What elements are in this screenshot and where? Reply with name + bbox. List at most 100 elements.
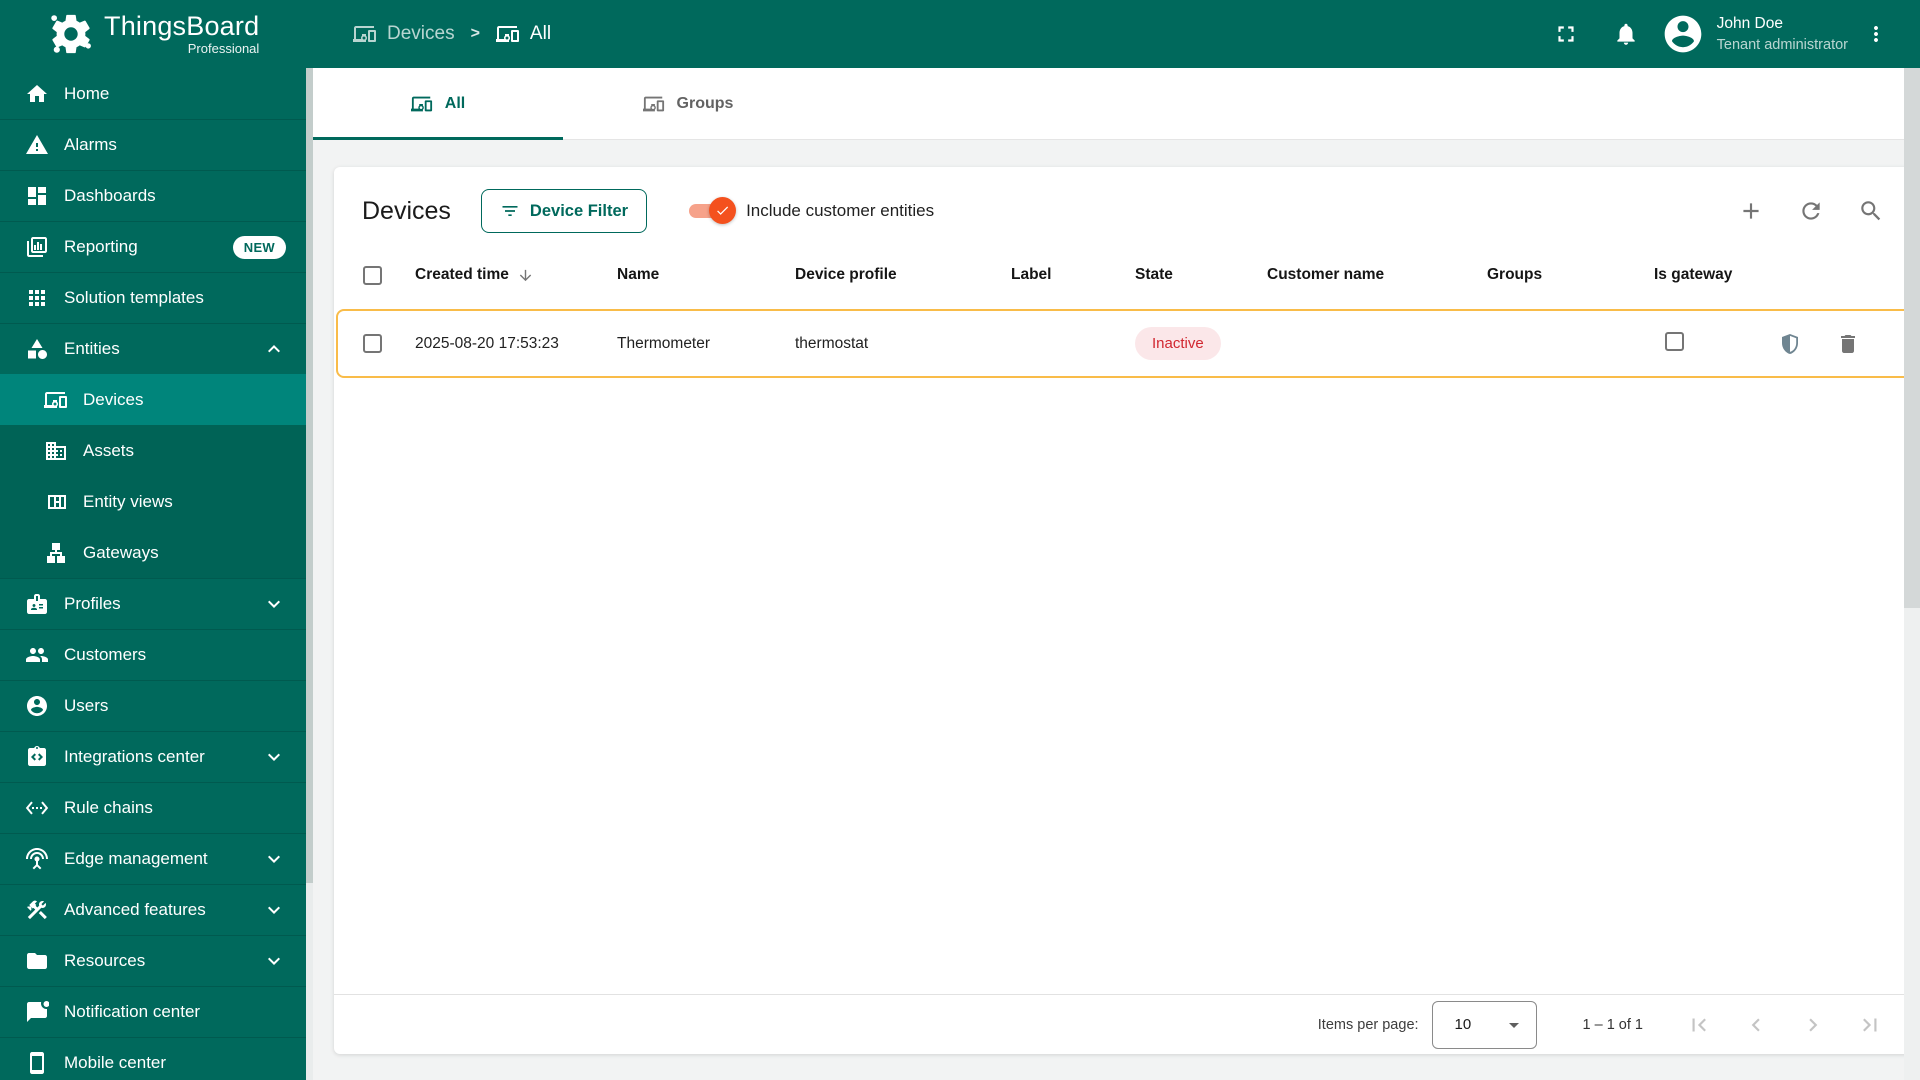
edge-management-icon: [25, 847, 49, 871]
tab-all[interactable]: All: [313, 68, 563, 140]
notifications-button[interactable]: [1613, 21, 1639, 47]
sidebar-item-integrations-center[interactable]: Integrations center: [0, 731, 306, 782]
reporting-icon: [25, 235, 49, 259]
refresh-button[interactable]: [1798, 198, 1824, 224]
mobile-center-icon: [25, 1051, 49, 1075]
sidebar-item-label: Reporting: [64, 237, 138, 256]
row-actions: [1774, 332, 1878, 356]
sidebar-item-assets[interactable]: Assets: [0, 425, 306, 476]
breadcrumb-label: All: [529, 23, 552, 44]
security-button[interactable]: [1778, 332, 1802, 356]
sidebar-item-entities[interactable]: Entities: [0, 323, 306, 374]
first-page-icon: [1686, 1012, 1712, 1038]
sidebar-item-gateways[interactable]: Gateways: [0, 527, 306, 578]
sidebar-item-entity-views[interactable]: Entity views: [0, 476, 306, 527]
row-checkbox[interactable]: [363, 334, 382, 353]
first-page-button[interactable]: [1677, 1003, 1721, 1047]
fullscreen-button[interactable]: [1553, 21, 1579, 47]
plus-icon: [1738, 198, 1764, 224]
thingsboard-logo-icon: [48, 11, 94, 57]
breadcrumb-separator: >: [470, 25, 480, 42]
sidebar-item-advanced-features[interactable]: Advanced features: [0, 884, 306, 935]
sidebar-item-mobile-center[interactable]: Mobile center: [0, 1037, 306, 1080]
cell-device-profile: thermostat: [795, 334, 869, 352]
column-header-created-time[interactable]: Created time: [415, 266, 617, 284]
next-page-button[interactable]: [1791, 1003, 1835, 1047]
column-header-name[interactable]: Name: [617, 266, 795, 284]
dashboards-icon: [25, 184, 49, 208]
gateways-icon: [44, 541, 68, 565]
column-header-label: State: [1135, 266, 1173, 283]
tab-label: Groups: [676, 95, 734, 112]
paginator: [1677, 1003, 1892, 1047]
column-header-label[interactable]: Label: [1011, 266, 1135, 284]
sidebar-item-dashboards[interactable]: Dashboards: [0, 170, 306, 221]
column-header-label: Groups: [1487, 266, 1543, 283]
top-header: ThingsBoard Professional Devices > All Joh…: [0, 0, 1920, 68]
check-icon: [715, 203, 730, 218]
column-header-label: Created time: [415, 266, 509, 283]
devices-toolbar: Devices Device Filter Include customer e…: [334, 167, 1914, 249]
search-icon: [1858, 198, 1884, 224]
column-header-customer-name[interactable]: Customer name: [1267, 266, 1487, 284]
column-header-state[interactable]: State: [1135, 266, 1267, 284]
items-per-page-value: 10: [1454, 1016, 1472, 1033]
search-button[interactable]: [1858, 198, 1884, 224]
refresh-icon: [1798, 198, 1824, 224]
dropdown-caret-icon: [1502, 1013, 1526, 1037]
table-body: 2025-08-20 17:53:23 Thermometer thermostat…: [334, 301, 1914, 378]
select-all-checkbox[interactable]: [363, 265, 382, 285]
sidebar-item-edge-management[interactable]: Edge management: [0, 833, 306, 884]
breadcrumb: Devices > All: [353, 22, 551, 46]
sidebar-item-customers[interactable]: Customers: [0, 629, 306, 680]
sidebar-item-solution-templates[interactable]: Solution templates: [0, 272, 306, 323]
sidebar-item-home[interactable]: Home: [0, 68, 306, 119]
sidebar-scrollbar-thumb[interactable]: [306, 68, 313, 883]
delete-button[interactable]: [1836, 332, 1860, 356]
sidebar-item-resources[interactable]: Resources: [0, 935, 306, 986]
previous-page-button[interactable]: [1734, 1003, 1778, 1047]
page-range: 1 – 1 of 1: [1582, 1016, 1643, 1033]
toggle-thumb: [709, 197, 737, 224]
sidebar-item-alarms[interactable]: Alarms: [0, 119, 306, 170]
include-customer-entities-toggle[interactable]: [687, 197, 737, 224]
chevron-right-icon: [1800, 1012, 1826, 1038]
more-menu-button[interactable]: [1864, 22, 1888, 46]
sidebar-item-reporting[interactable]: Reporting NEW: [0, 221, 306, 272]
breadcrumb-item-all[interactable]: All: [495, 22, 552, 46]
logo-subtitle: Professional: [187, 40, 260, 56]
items-per-page-select[interactable]: 10: [1431, 1000, 1537, 1049]
page-scrollbar[interactable]: [1904, 68, 1920, 1080]
last-page-button[interactable]: [1848, 1003, 1892, 1047]
sidebar-item-profiles[interactable]: Profiles: [0, 578, 306, 629]
new-badge: NEW: [232, 235, 286, 259]
sidebar-item-rule-chains[interactable]: Rule chains: [0, 782, 306, 833]
sidebar-item-devices[interactable]: Devices: [0, 374, 306, 425]
sidebar-scrollbar[interactable]: [306, 68, 313, 1080]
status-badge: Inactive: [1135, 327, 1221, 360]
sidebar-item-users[interactable]: Users: [0, 680, 306, 731]
add-device-button[interactable]: [1738, 198, 1764, 224]
profiles-icon: [25, 592, 49, 616]
entities-icon: [25, 337, 49, 361]
fullscreen-icon: [1553, 21, 1579, 47]
tab-groups[interactable]: Groups: [563, 68, 813, 140]
cell-name: Thermometer: [617, 334, 711, 352]
chevron-down-icon: [262, 592, 286, 616]
sidebar-item-label: Home: [64, 83, 110, 103]
thingsboard-logo[interactable]: ThingsBoard Professional: [0, 11, 313, 57]
table-header: Created time Name Device profile Label State…: [334, 249, 1914, 301]
breadcrumb-item-devices[interactable]: Devices: [353, 22, 455, 46]
column-header-device-profile[interactable]: Device profile: [795, 266, 1011, 284]
more-vert-icon: [1864, 22, 1888, 46]
sidebar-item-label: Dashboards: [64, 186, 156, 205]
sidebar-item-label: Entity views: [83, 491, 173, 511]
sidebar-item-notification-center[interactable]: Notification center: [0, 986, 306, 1037]
page-scrollbar-thumb[interactable]: [1904, 68, 1920, 608]
device-filter-button[interactable]: Device Filter: [480, 189, 648, 233]
table-row[interactable]: 2025-08-20 17:53:23 Thermometer thermostat…: [336, 309, 1912, 378]
is-gateway-checkbox[interactable]: [1665, 331, 1684, 351]
column-header-groups[interactable]: Groups: [1487, 266, 1654, 284]
column-header-is-gateway[interactable]: Is gateway: [1654, 266, 1774, 284]
avatar[interactable]: [1661, 12, 1705, 56]
